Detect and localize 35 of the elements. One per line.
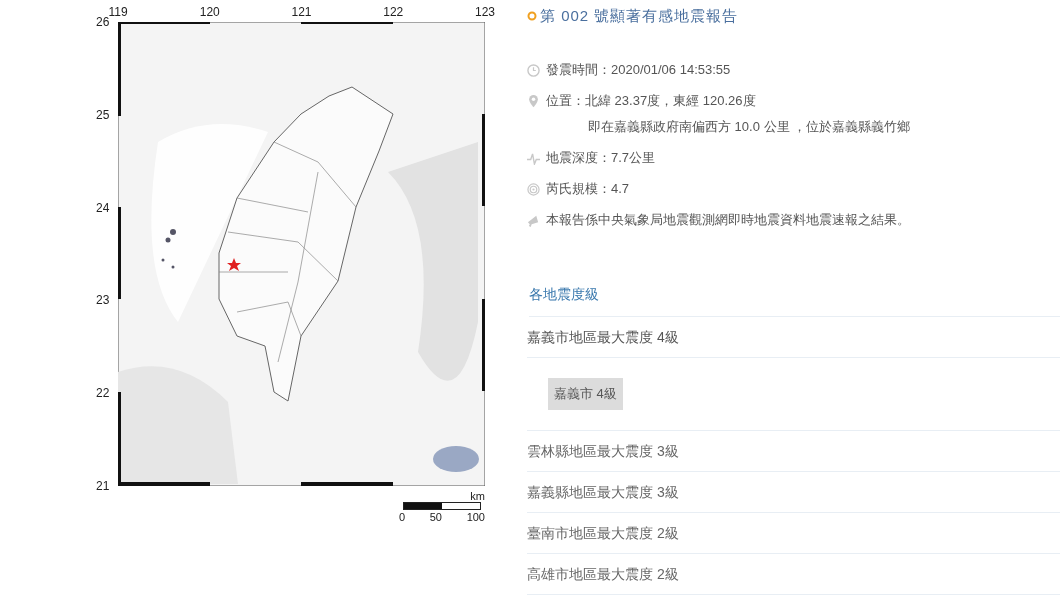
region-intensity-item[interactable]: 雲林縣地區最大震度 3級	[527, 431, 1060, 471]
location-pin-icon	[527, 94, 540, 108]
region-intensity-item[interactable]: 嘉義縣地區最大震度 3級	[527, 472, 1060, 512]
station-intensity-tag: 嘉義市 4級	[548, 378, 623, 410]
region-intensity-item[interactable]: 高雄市地區最大震度 2級	[527, 554, 1060, 594]
info-text: 芮氏規模：4.7	[546, 180, 630, 198]
region-intensity-item[interactable]: 臺南市地區最大震度 2級	[527, 513, 1060, 553]
signal-waves-icon	[527, 183, 540, 196]
ring-icon	[527, 11, 537, 21]
clock-icon	[527, 64, 540, 77]
longitude-label: 119	[107, 4, 129, 19]
report-title: 第 002 號顯著有感地震報告	[540, 6, 739, 26]
info-text: 地震深度：7.7公里	[546, 149, 656, 167]
latitude-label: 26	[96, 15, 110, 30]
info-text: 發震時間：2020/01/06 14:53:55	[546, 61, 731, 79]
latitude-label: 25	[96, 106, 111, 123]
info-text: 本報告係中央氣象局地震觀測網即時地震資料地震速報之結果。	[546, 211, 910, 229]
pulse-icon	[527, 152, 540, 165]
scale-label: 50	[429, 510, 442, 524]
scale-unit: km	[470, 490, 485, 502]
scale-label: 0	[399, 510, 406, 524]
longitude-label: 120	[198, 4, 221, 21]
latitude-label: 22	[96, 385, 111, 402]
region-intensity-item[interactable]: 嘉義市地區最大震度 4級	[527, 317, 1060, 357]
latitude-label: 24	[96, 199, 111, 216]
section-heading: 各地震度級	[529, 284, 1060, 317]
longitude-label: 123	[474, 4, 496, 21]
info-text: 位置：北緯 23.37度，東經 120.26度	[546, 92, 757, 110]
info-text: 即在嘉義縣政府南偏西方 10.0 公里 ，位於嘉義縣義竹鄉	[587, 118, 911, 136]
latitude-label: 21	[96, 478, 111, 494]
megaphone-icon	[527, 214, 540, 227]
longitude-label: 121	[290, 4, 313, 21]
longitude-label: 122	[382, 4, 405, 21]
scale-label: 100	[466, 510, 485, 524]
latitude-label: 23	[96, 292, 111, 309]
